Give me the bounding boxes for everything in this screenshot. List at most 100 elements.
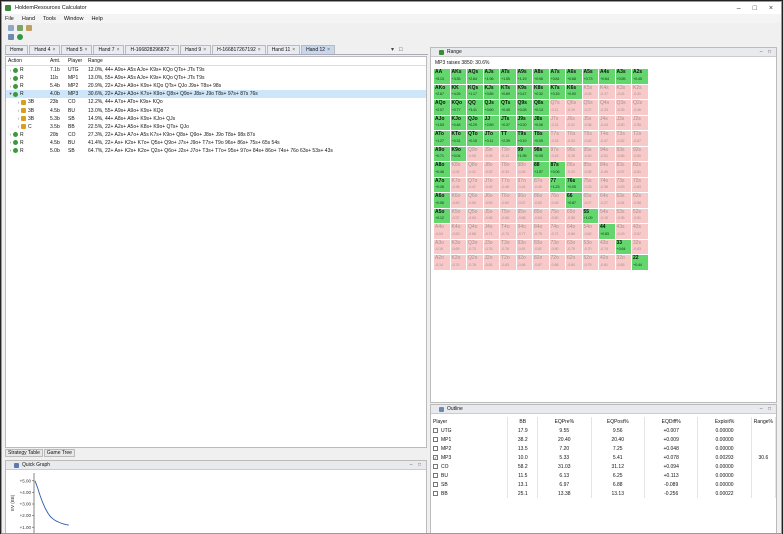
range-cell-73s[interactable]: 73s -0.53 [615,177,631,192]
range-cell-54o[interactable]: 54o -0.62 [582,224,598,239]
range-cell-q5s[interactable]: Q5s -0.27 [582,100,598,115]
outline-col-eqdiff-pct[interactable]: EQDiff% [644,417,699,426]
range-cell-q3s[interactable]: Q3s -0.39 [615,100,631,115]
range-cell-a3o[interactable]: A3o -0.19 [434,239,450,254]
range-cell-qts[interactable]: QTs +0.45 [500,100,516,115]
tab-controls[interactable]: ▾□ [391,46,408,53]
outline-col-player[interactable]: Player [431,417,509,426]
outline-row[interactable]: BB 25.1 13.38 13.13 -0.256 0.00022 [431,489,777,498]
range-cell-tt[interactable]: TT +2.39 [500,131,516,146]
outline-row[interactable]: MP1 38.2 20.40 20.40 +0.009 0.00000 [431,435,777,444]
range-cell-a7o[interactable]: A7o +0.26 [434,177,450,192]
range-cell-j8s[interactable]: J8s +0.06 [533,115,549,130]
range-cell-kqo[interactable]: KQo +0.77 [450,100,466,115]
action-row[interactable]: ▾ R 4.0b MP3 30.6%, 22+ A2s+ A3o+ K7s+ K9o+ … [6,90,426,99]
outline-col-range-pct[interactable]: Range% [751,417,777,426]
range-cell-j6o[interactable]: J6o -0.59 [483,193,499,208]
minimize-icon[interactable]: – [737,5,741,12]
range-cell-a6o[interactable]: A6o +0.06 [434,193,450,208]
range-cell-k9s[interactable]: K9s +0.47 [516,84,532,99]
range-cell-a2o[interactable]: A2o -0.14 [434,255,450,270]
player-checkbox[interactable] [433,463,438,469]
range-cell-44[interactable]: 44 +0.83 [599,224,615,239]
player-checkbox[interactable] [433,436,438,442]
range-cell-t5s[interactable]: T5s -0.42 [582,131,598,146]
range-cell-85s[interactable]: 85s -0.35 [582,162,598,177]
outline-row[interactable]: MP2 13.5 7.20 7.25 +0.048 0.00000 [431,444,777,453]
range-cell-72s[interactable]: 72s -0.63 [632,177,648,192]
range-cell-83o[interactable]: 83o -0.82 [533,239,549,254]
range-cell-kjs[interactable]: KJs +0.89 [483,84,499,99]
range-cell-63o[interactable]: 63o -0.75 [566,239,582,254]
range-cell-a8o[interactable]: A8o +0.46 [434,162,450,177]
maximize-icon[interactable]: □ [753,5,757,12]
range-cell-43s[interactable]: 43s -0.43 [615,224,631,239]
range-cell-k9o[interactable]: K9o +0.04 [450,146,466,161]
range-cell-87o[interactable]: 87o -0.40 [533,177,549,192]
header-action[interactable]: Action [6,58,50,64]
range-cell-84o[interactable]: 84o -0.75 [533,224,549,239]
range-cell-65s[interactable]: 65s -0.07 [582,193,598,208]
range-cell-76s[interactable]: 76s +0.05 [566,177,582,192]
range-cell-kts[interactable]: KTs +0.69 [500,84,516,99]
range-cell-t3s[interactable]: T3s -0.52 [615,131,631,146]
range-cell-75o[interactable]: 75o -0.60 [549,208,565,223]
range-cell-95o[interactable]: 95o -0.68 [516,208,532,223]
range-cell-63s[interactable]: 63s -0.44 [615,193,631,208]
range-cell-k2o[interactable]: K2o -0.74 [450,255,466,270]
range-cell-q8s[interactable]: Q8s +0.13 [533,100,549,115]
range-cell-ako[interactable]: AKo +2.67 [434,84,450,99]
range-cell-42s[interactable]: 42s -0.57 [632,224,648,239]
action-row[interactable]: › 3B 23b CO 12.2%, 44+ A7s+ ATo+ K9s+ KQo [6,98,426,106]
range-cell-k7o[interactable]: K7o -0.38 [450,177,466,192]
outline-row[interactable]: ✓ MP3 10.0 5.33 5.41 +0.078 0.00293 30.6 [431,453,777,462]
action-row[interactable]: › R 4.5b BU 41.4%, 22+ Ax+ K2s+ K7o+ Q5s+ Q9… [6,139,426,147]
range-cell-42o[interactable]: 42o -0.81 [599,255,615,270]
range-cell-j2o[interactable]: J2o -0.81 [483,255,499,270]
range-cell-q2s[interactable]: Q2s -0.46 [632,100,648,115]
range-cell-k8o[interactable]: K8o -0.24 [450,162,466,177]
range-cell-66[interactable]: 66 +0.87 [566,193,582,208]
range-cell-j6s[interactable]: J6s -0.31 [566,115,582,130]
outline-col-eqpost-pct[interactable]: EQPost% [591,417,645,426]
range-cell-q4o[interactable]: Q4o -0.68 [467,224,483,239]
range-cell-k3o[interactable]: K3o -0.69 [450,239,466,254]
range-cell-65o[interactable]: 65o -0.56 [566,208,582,223]
tab-hand-5[interactable]: Hand 5 × [61,45,93,54]
range-cell-j5s[interactable]: J5s -0.38 [582,115,598,130]
range-cell-a4o[interactable]: A4o -0.04 [434,224,450,239]
range-cell-99[interactable]: 99 +1.95 [516,146,532,161]
range-cell-93o[interactable]: 93o -0.81 [516,239,532,254]
range-cell-82s[interactable]: 82s -0.61 [632,162,648,177]
range-cell-qto[interactable]: QTo +0.15 [467,131,483,146]
range-cell-t8o[interactable]: T8o -0.33 [500,162,516,177]
range-cell-t4o[interactable]: T4o -0.73 [500,224,516,239]
tab-game-tree[interactable]: Game Tree [43,449,75,457]
range-cell-j7o[interactable]: J7o -0.49 [483,177,499,192]
range-cell-j4s[interactable]: J4s -0.44 [599,115,615,130]
range-cell-83s[interactable]: 83s -0.57 [615,162,631,177]
range-cell-53o[interactable]: 53o -0.70 [582,239,598,254]
range-cell-t3o[interactable]: T3o -0.78 [500,239,516,254]
range-cell-qjs[interactable]: QJs +0.60 [483,100,499,115]
range-cell-j2s[interactable]: J2s -0.55 [632,115,648,130]
range-cell-94o[interactable]: 94o -0.77 [516,224,532,239]
tab-close-icon[interactable]: × [117,47,120,53]
action-row[interactable]: › R 5.0b SB 64.7%, 22+ Ax+ K2s+ K2o+ Q2s+ Q6… [6,147,426,155]
range-cell-q6o[interactable]: Q6o -0.56 [467,193,483,208]
tab-close-icon[interactable]: × [292,47,295,53]
calculate-icon[interactable] [17,33,23,40]
range-cell-aqs[interactable]: AQs +2.84 [467,69,483,84]
panel-controls[interactable]: – □ [760,406,776,412]
range-cell-q5o[interactable]: Q5o -0.63 [467,208,483,223]
range-cell-22[interactable]: 22 +0.44 [632,255,648,270]
player-checkbox[interactable] [433,481,438,487]
range-cell-k6s[interactable]: K6s +0.00 [566,84,582,99]
range-cell-94s[interactable]: 94s -0.51 [599,146,615,161]
range-cell-t6o[interactable]: T6o -0.60 [500,193,516,208]
range-cell-62s[interactable]: 62s -0.58 [632,193,648,208]
action-row[interactable]: › R 7.1b UTG 12.0%, 44+ A9s+ A5s AJo+ K9s+ K… [6,66,426,74]
range-cell-qq[interactable]: QQ +3.41 [467,100,483,115]
range-cell-kk[interactable]: KK +4.26 [450,84,466,99]
range-cell-q3o[interactable]: Q3o -0.73 [467,239,483,254]
